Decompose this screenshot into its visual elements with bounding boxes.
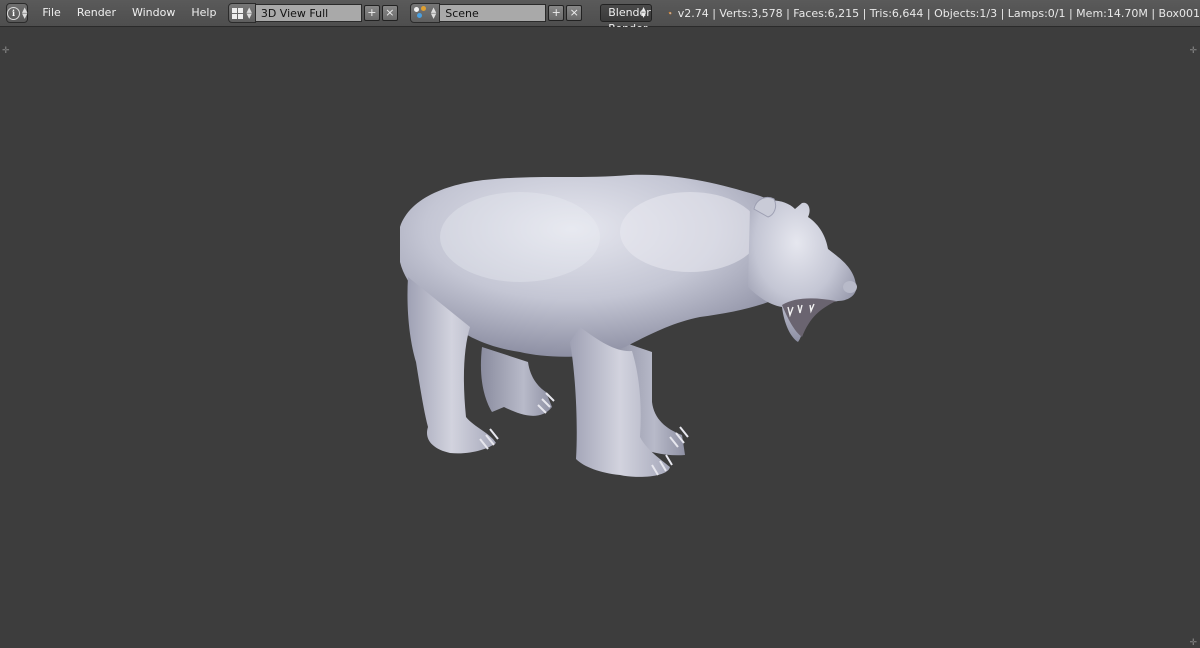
blender-logo-icon — [668, 11, 672, 15]
scene-icon — [413, 6, 428, 20]
add-screen-button[interactable]: + — [363, 5, 380, 21]
editor-type-selector[interactable]: i ▲ ▼ — [6, 3, 29, 23]
screen-layout-selector: ▲ ▼ 3D View Full + × — [228, 3, 398, 23]
add-scene-button[interactable]: + — [548, 5, 565, 21]
menu-help[interactable]: Help — [183, 2, 224, 24]
area-split-corner-icon[interactable]: ✛ — [2, 46, 10, 56]
delete-scene-button[interactable]: × — [566, 5, 583, 21]
updown-arrows-icon: ▲ ▼ — [22, 6, 28, 20]
updown-arrows-icon: ▲ ▼ — [641, 6, 646, 19]
area-split-corner-icon[interactable]: ✛ — [1189, 46, 1197, 56]
menu-window[interactable]: Window — [124, 2, 183, 24]
updown-arrows-icon: ▲ ▼ — [430, 6, 437, 20]
menu-file[interactable]: File — [34, 2, 68, 24]
scene-dropdown[interactable]: ▲ ▼ — [409, 3, 441, 23]
updown-arrows-icon: ▲ ▼ — [246, 6, 252, 20]
layout-grid-icon — [232, 7, 244, 19]
bear-model[interactable] — [370, 137, 870, 487]
screen-layout-name-field[interactable]: 3D View Full — [255, 4, 362, 22]
screen-layout-dropdown[interactable]: ▲ ▼ — [228, 3, 256, 23]
area-split-corner-icon[interactable]: ✛ — [1189, 638, 1197, 648]
blender-window: i ▲ ▼ File Render Window Help ▲ ▼ 3D View … — [0, 0, 1200, 648]
3d-viewport[interactable]: ✛ ✛ ✛ — [0, 27, 1200, 648]
info-icon: i — [7, 6, 20, 20]
scene-name-field[interactable]: Scene — [440, 4, 547, 22]
delete-screen-button[interactable]: × — [381, 5, 398, 21]
menu-render[interactable]: Render — [69, 2, 124, 24]
render-engine-dropdown[interactable]: Blender Render ▲▼ — [600, 4, 652, 35]
scene-statistics: v2.74 | Verts:3,578 | Faces:6,215 | Tris… — [677, 6, 1200, 20]
main-menu: File Render Window Help — [34, 2, 224, 24]
info-header: i ▲ ▼ File Render Window Help ▲ ▼ 3D View … — [0, 0, 1200, 35]
scene-selector: ▲ ▼ Scene + × — [409, 3, 583, 23]
